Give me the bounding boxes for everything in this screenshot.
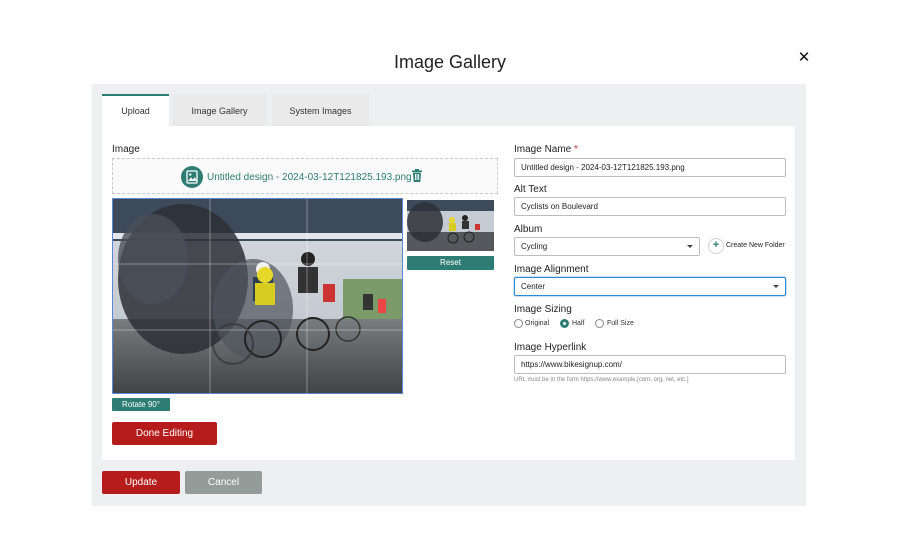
image-alignment-value: Center	[521, 282, 546, 291]
alt-text-input[interactable]: Cyclists on Boulevard	[514, 197, 786, 216]
trash-icon[interactable]	[411, 169, 423, 182]
tab-upload[interactable]: Upload	[102, 94, 169, 126]
album-label: Album	[514, 224, 543, 235]
radio-original[interactable]	[514, 319, 523, 328]
alt-text-label: Alt Text	[514, 184, 547, 195]
tab-system-images[interactable]: System Images	[272, 94, 369, 126]
image-file-icon	[181, 166, 203, 188]
crop-preview-thumbnail	[407, 200, 494, 251]
done-editing-button[interactable]: Done Editing	[112, 422, 217, 445]
image-gallery-modal: Image Gallery ✕ Upload Image Gallery Sys…	[0, 0, 900, 550]
hyperlink-hint: URL must be in the form https://www.exam…	[514, 377, 689, 383]
crop-image-canvas[interactable]	[112, 198, 403, 394]
image-label: Image	[112, 144, 140, 155]
chevron-down-icon	[773, 285, 779, 288]
tab-image-gallery[interactable]: Image Gallery	[172, 94, 267, 126]
radio-original-label: Original	[525, 320, 550, 327]
radio-full-size[interactable]	[595, 319, 604, 328]
image-name-input[interactable]: Untitled design - 2024-03-12T121825.193.…	[514, 158, 786, 177]
uploaded-file-name: Untitled design - 2024-03-12T121825.193.…	[207, 172, 412, 183]
image-sizing-label: Image Sizing	[514, 304, 572, 315]
image-name-label: Image Name *	[514, 144, 578, 155]
chevron-down-icon	[687, 245, 693, 248]
image-alignment-label: Image Alignment	[514, 264, 589, 275]
album-select-value: Cycling	[521, 242, 548, 251]
radio-full-size-label: Full Size	[607, 320, 634, 327]
radio-half-label: Half	[572, 320, 585, 327]
image-hyperlink-input[interactable]: https://www.bikesignup.com/	[514, 355, 786, 374]
image-alignment-select[interactable]: Center	[514, 277, 786, 296]
radio-half[interactable]	[560, 319, 569, 328]
update-button[interactable]: Update	[102, 471, 180, 494]
reset-button[interactable]: Reset	[407, 256, 494, 270]
album-select[interactable]: Cycling	[514, 237, 700, 256]
image-hyperlink-label: Image Hyperlink	[514, 342, 587, 353]
rotate-button[interactable]: Rotate 90°	[112, 398, 170, 411]
close-icon[interactable]: ✕	[797, 50, 811, 66]
cancel-button[interactable]: Cancel	[185, 471, 262, 494]
create-new-folder-link[interactable]: Create New Folder	[726, 242, 785, 249]
modal-title: Image Gallery	[393, 52, 507, 72]
plus-icon[interactable]: +	[708, 238, 724, 254]
